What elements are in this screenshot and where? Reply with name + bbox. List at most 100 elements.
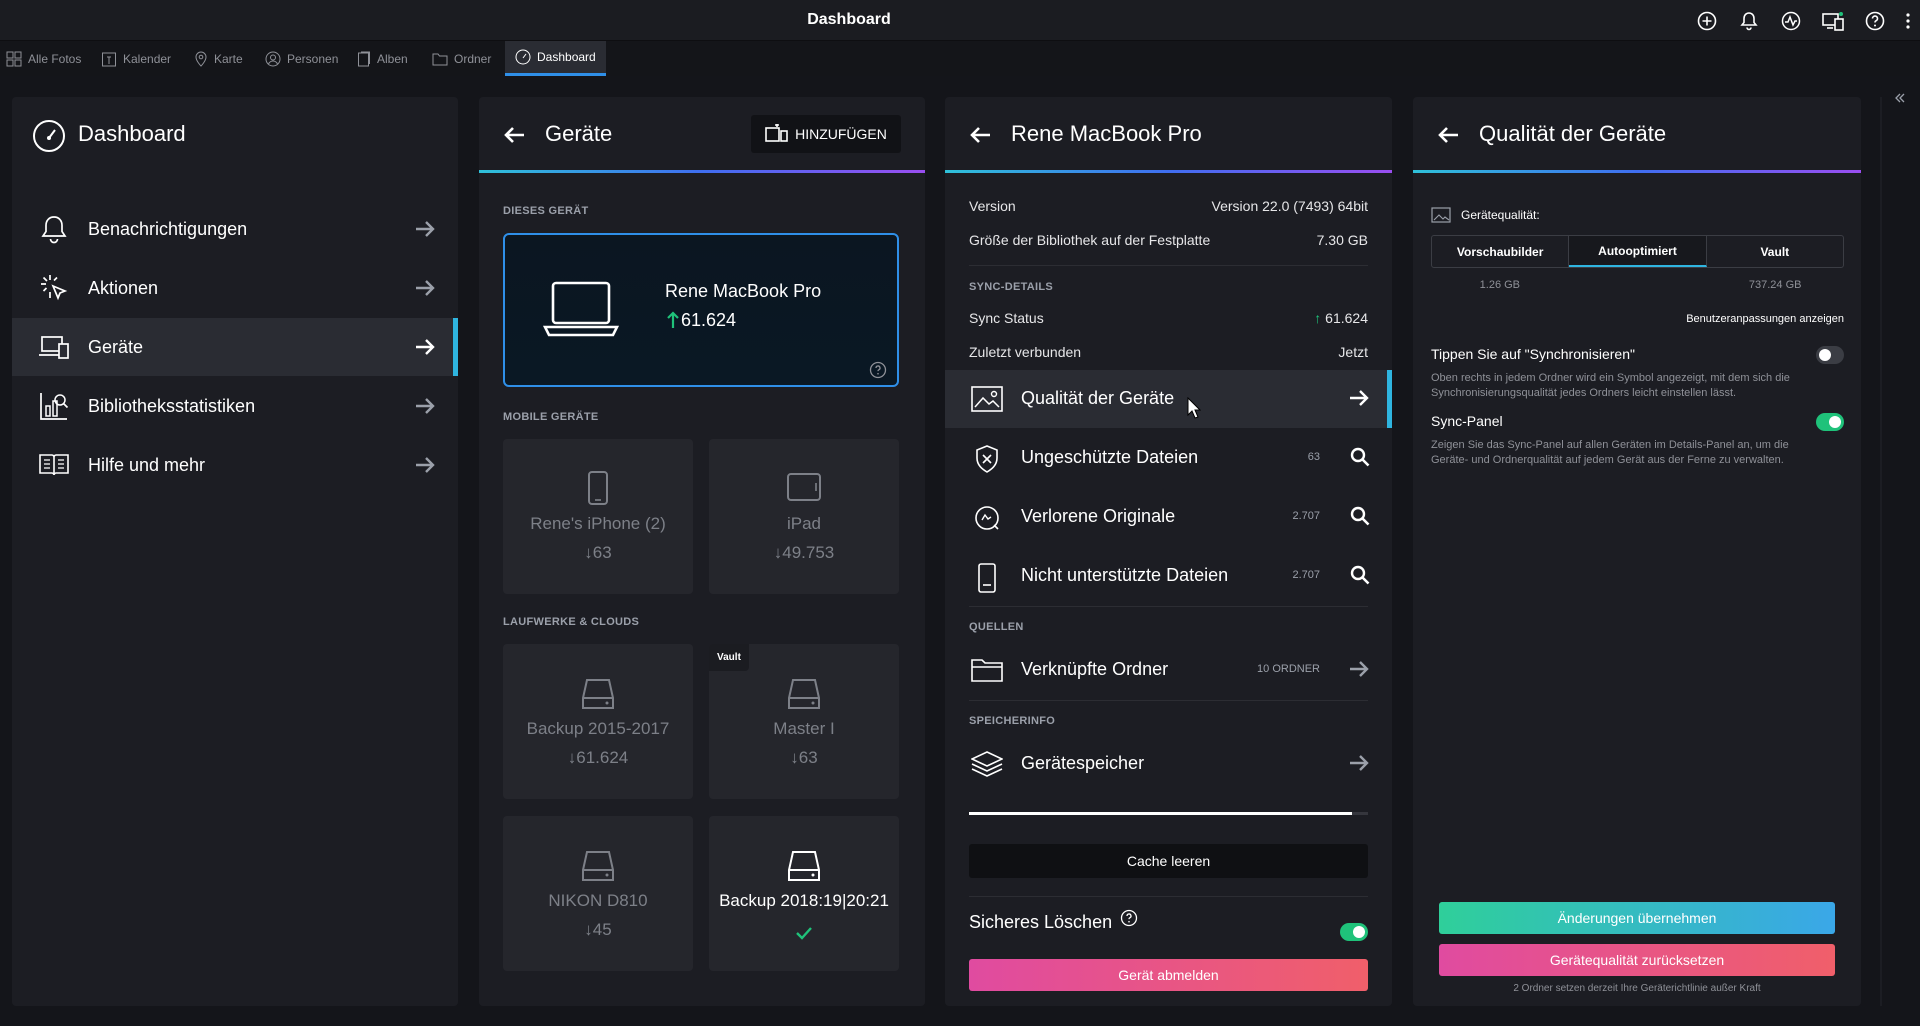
device-name: Rene's iPhone (2) (530, 514, 666, 533)
nav-item-label: Benachrichtigungen (88, 218, 248, 239)
device-count: ↓63 (790, 748, 818, 767)
calendar-icon (101, 51, 117, 67)
search-icon[interactable] (1350, 506, 1370, 526)
row-linked-folders[interactable]: Verknüpfte Ordner 10 ORDNER (945, 641, 1392, 699)
quality-header: Qualität der Geräte (1413, 97, 1861, 173)
dashboard-panel: Dashboard Benachrichtigungen Aktionen Ge… (12, 97, 458, 1006)
quality-label-row: Gerätequalität: (1431, 207, 1540, 223)
reset-quality-button[interactable]: Gerätequalität zurücksetzen (1439, 944, 1835, 976)
secure-delete-toggle[interactable] (1340, 923, 1368, 941)
device-count: ↓49.753 (773, 543, 835, 562)
more-vertical-icon[interactable] (1896, 12, 1920, 30)
row-label: Gerätespeicher (1021, 753, 1145, 773)
drive-card-nikon[interactable]: NIKON D810 ↓45 (503, 816, 693, 971)
this-device-card[interactable]: Rene MacBook Pro 61.624 (503, 233, 899, 387)
drive-icon (787, 850, 821, 882)
drive-card-backup-2018[interactable]: Backup 2018:19|20:21 (709, 816, 899, 971)
drive-icon (787, 678, 821, 710)
row-unprotected-files[interactable]: Ungeschützte Dateien 63 (945, 429, 1392, 487)
add-circle-icon[interactable] (1686, 11, 1728, 31)
add-device-button[interactable]: HINZUFÜGEN (751, 115, 901, 153)
laptop-icon (543, 279, 619, 341)
arrow-right-icon (414, 219, 436, 239)
tip-title: Tippen Sie auf "Synchronisieren" (1431, 346, 1635, 362)
tab-dashboard[interactable]: Dashboard (505, 41, 606, 76)
apply-changes-button[interactable]: Änderungen übernehmen (1439, 902, 1835, 934)
quality-option-autooptimiert[interactable]: Autooptimiert (1569, 236, 1707, 267)
tab-kalender[interactable]: Kalender (101, 41, 171, 76)
clear-cache-button[interactable]: Cache leeren (969, 844, 1368, 878)
tip-toggle[interactable] (1816, 346, 1844, 364)
nav-item-benachrichtigungen[interactable]: Benachrichtigungen (12, 200, 458, 258)
tab-personen[interactable]: Personen (265, 41, 338, 76)
drive-card-master[interactable]: Vault Master I ↓63 (709, 644, 899, 799)
bell-icon[interactable] (1728, 11, 1770, 31)
device-name: Rene MacBook Pro (665, 281, 822, 301)
quality-panel: Qualität der Geräte Gerätequalität: Vors… (1413, 97, 1861, 1006)
toggle-knob (1353, 926, 1365, 938)
arrow-right-icon (1348, 659, 1370, 679)
detail-header: Rene MacBook Pro (945, 97, 1392, 173)
click-icon (38, 272, 70, 304)
nav-item-geraete[interactable]: Geräte (12, 318, 458, 376)
secure-delete-label: Sicheres Löschen (969, 912, 1113, 932)
person-icon (265, 51, 281, 67)
device-card-iphone[interactable]: Rene's iPhone (2) ↓63 (503, 439, 693, 594)
search-icon[interactable] (1350, 447, 1370, 467)
device-name: Backup 2015-2017 (526, 719, 670, 738)
nav-item-hilfe[interactable]: Hilfe und mehr (12, 436, 458, 494)
tab-label: Personen (287, 51, 339, 66)
row-label: Qualität der Geräte (1021, 388, 1175, 408)
tab-alle-fotos[interactable]: Alle Fotos (6, 41, 81, 76)
drive-card-backup-2015[interactable]: Backup 2015-2017 ↓61.624 (503, 644, 693, 799)
device-count: 61.624 (681, 310, 737, 330)
selection-indicator (453, 318, 458, 376)
device-card-ipad[interactable]: iPad ↓49.753 (709, 439, 899, 594)
checkmark-icon (795, 926, 813, 940)
sync-panel-toggle[interactable] (1816, 413, 1844, 431)
back-arrow-icon[interactable] (503, 125, 525, 145)
nav-item-label: Bibliotheksstatistiken (88, 395, 256, 416)
row-quality[interactable]: Qualität der Geräte (945, 370, 1392, 428)
back-arrow-icon[interactable] (1437, 125, 1459, 145)
footer-note: 2 Ordner setzen derzeit Ihre Gerätericht… (1513, 983, 1761, 994)
folder-icon (971, 657, 1003, 683)
help-icon[interactable] (869, 361, 887, 379)
help-icon[interactable] (1120, 909, 1138, 927)
search-icon[interactable] (1350, 565, 1370, 585)
quality-option-vault[interactable]: Vault (1707, 236, 1843, 267)
device-name: Master I (773, 719, 835, 738)
option-label: Autooptimiert (1598, 243, 1677, 258)
row-unsupported-files[interactable]: Nicht unterstützte Dateien 2.707 (945, 547, 1392, 605)
nav-item-bibliotheksstatistiken[interactable]: Bibliotheksstatistiken (12, 377, 458, 435)
tab-alben[interactable]: Alben (357, 41, 408, 76)
devices-header: Geräte HINZUFÜGEN (479, 97, 925, 173)
row-lost-originals[interactable]: Verlorene Originale 2.707 (945, 488, 1392, 546)
activity-icon[interactable] (1770, 11, 1812, 31)
tablet-icon (787, 473, 821, 501)
tab-bar: Alle Fotos Kalender Karte Personen Alben… (0, 41, 1920, 76)
option-label: Vorschaubilder (1456, 244, 1544, 259)
last-connected-label: Zuletzt verbunden (969, 344, 1082, 360)
devices-sync-icon[interactable] (1812, 11, 1854, 31)
nav-item-label: Hilfe und mehr (88, 454, 206, 475)
back-arrow-icon[interactable] (969, 125, 991, 145)
quality-title: Qualität der Geräte (1479, 121, 1667, 146)
device-count: ↓45 (584, 920, 612, 939)
option-size: 1.26 GB (1479, 279, 1521, 291)
logout-device-button[interactable]: Gerät abmelden (969, 959, 1368, 991)
drive-icon (581, 678, 615, 710)
tab-karte[interactable]: Karte (194, 41, 243, 76)
help-icon[interactable] (1854, 11, 1896, 31)
toggle-knob (1819, 349, 1831, 361)
storage-progress-fill (969, 812, 1353, 815)
row-device-storage[interactable]: Gerätespeicher (945, 735, 1392, 793)
quality-label: Gerätequalität: (1461, 208, 1540, 222)
quality-sizes: 1.26 GB 737.24 GB (1431, 279, 1844, 291)
custom-settings-link[interactable]: Benutzeranpassungen anzeigen (1686, 313, 1844, 325)
nav-item-aktionen[interactable]: Aktionen (12, 259, 458, 317)
library-size-row: Größe der Bibliothek auf der Festplatte 7… (969, 232, 1368, 248)
tab-ordner[interactable]: Ordner (432, 41, 491, 76)
collapse-icon[interactable] (1894, 92, 1906, 104)
quality-option-vorschaubilder[interactable]: Vorschaubilder (1432, 236, 1570, 267)
